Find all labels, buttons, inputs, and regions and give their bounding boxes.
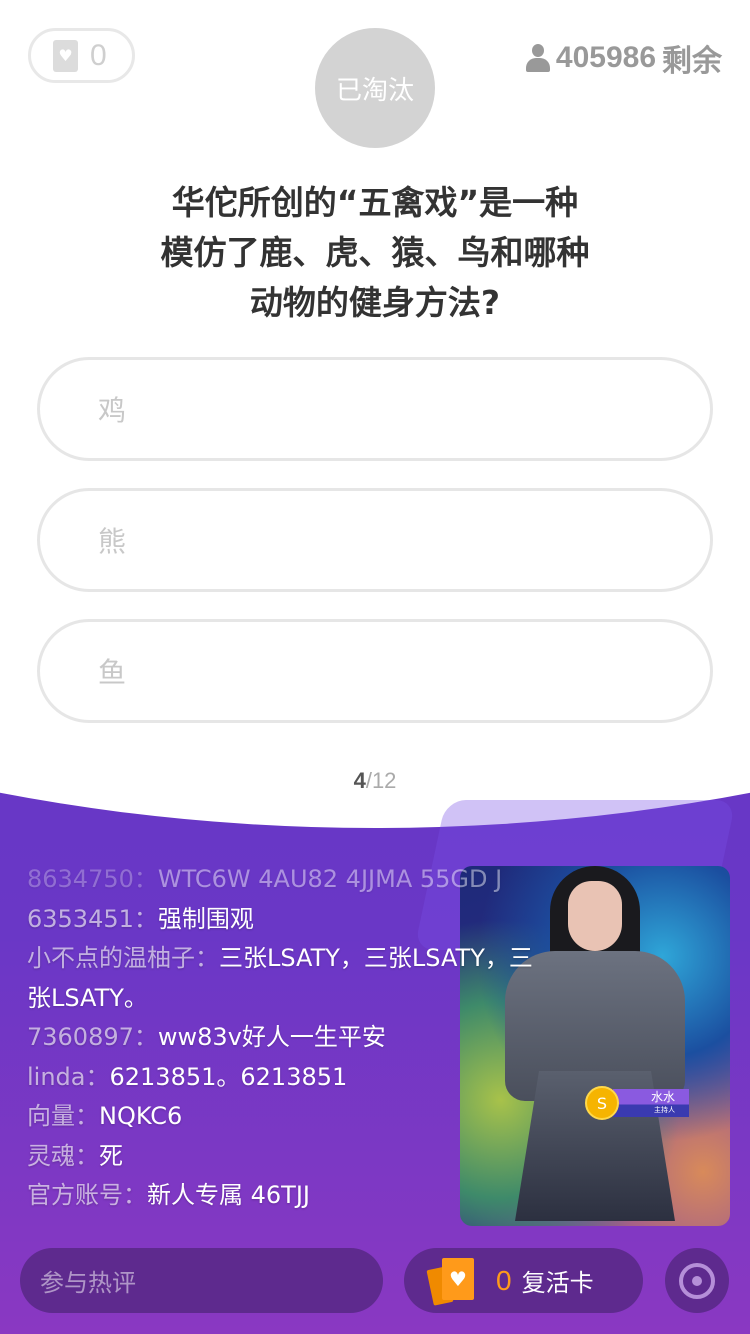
question-progress: 4/12 xyxy=(353,768,397,793)
question-text: 华佗所创的“五禽戏”是一种 模仿了鹿、虎、猿、鸟和哪种 动物的健身方法? xyxy=(160,183,590,322)
person-icon xyxy=(525,44,550,72)
chat-message: 灵魂：死 xyxy=(27,1141,123,1170)
remaining-players: 405986 剩余 xyxy=(525,36,722,80)
revive-card-button[interactable]: ♥ 0 复活卡 xyxy=(404,1248,643,1313)
chat-message: 小不点的温柚子：三张LSATY，三张LSATY，三张LSATY。 xyxy=(27,944,533,1012)
record-button[interactable] xyxy=(665,1248,729,1313)
chat-message: linda：6213851。6213851 xyxy=(27,1062,348,1091)
chat-message: 6353451：强制围观 xyxy=(27,904,254,933)
answer-option-2[interactable]: 熊 xyxy=(37,488,713,592)
answer-option-1[interactable]: 鸡 xyxy=(37,357,713,461)
chat-message: 向量：NQKC6 xyxy=(27,1102,183,1130)
host-badge: S 水水 主持人 xyxy=(585,1086,689,1120)
host-logo-icon: S xyxy=(585,1086,619,1120)
chat-list: 8634750：WTC6W 4AU82 4JJMA 55GD J 6353451… xyxy=(27,860,547,1216)
chat-message: 官方账号：新人专属 46TJJ xyxy=(27,1181,310,1209)
eliminated-badge: 已淘汰 xyxy=(315,28,435,148)
chat-message: 7360897：ww83v好人一生平安 xyxy=(27,1023,386,1051)
heart-card-icon: ♥ xyxy=(53,39,78,72)
chat-message: 8634750：WTC6W 4AU82 4JJMA 55GD J xyxy=(27,865,503,893)
lives-counter: ♥ 0 xyxy=(28,28,135,83)
record-icon xyxy=(679,1262,715,1299)
answer-option-3[interactable]: 鱼 xyxy=(37,619,713,723)
comment-input[interactable]: 参与热评 xyxy=(20,1248,383,1313)
revive-card-icon: ♥ xyxy=(426,1257,480,1306)
